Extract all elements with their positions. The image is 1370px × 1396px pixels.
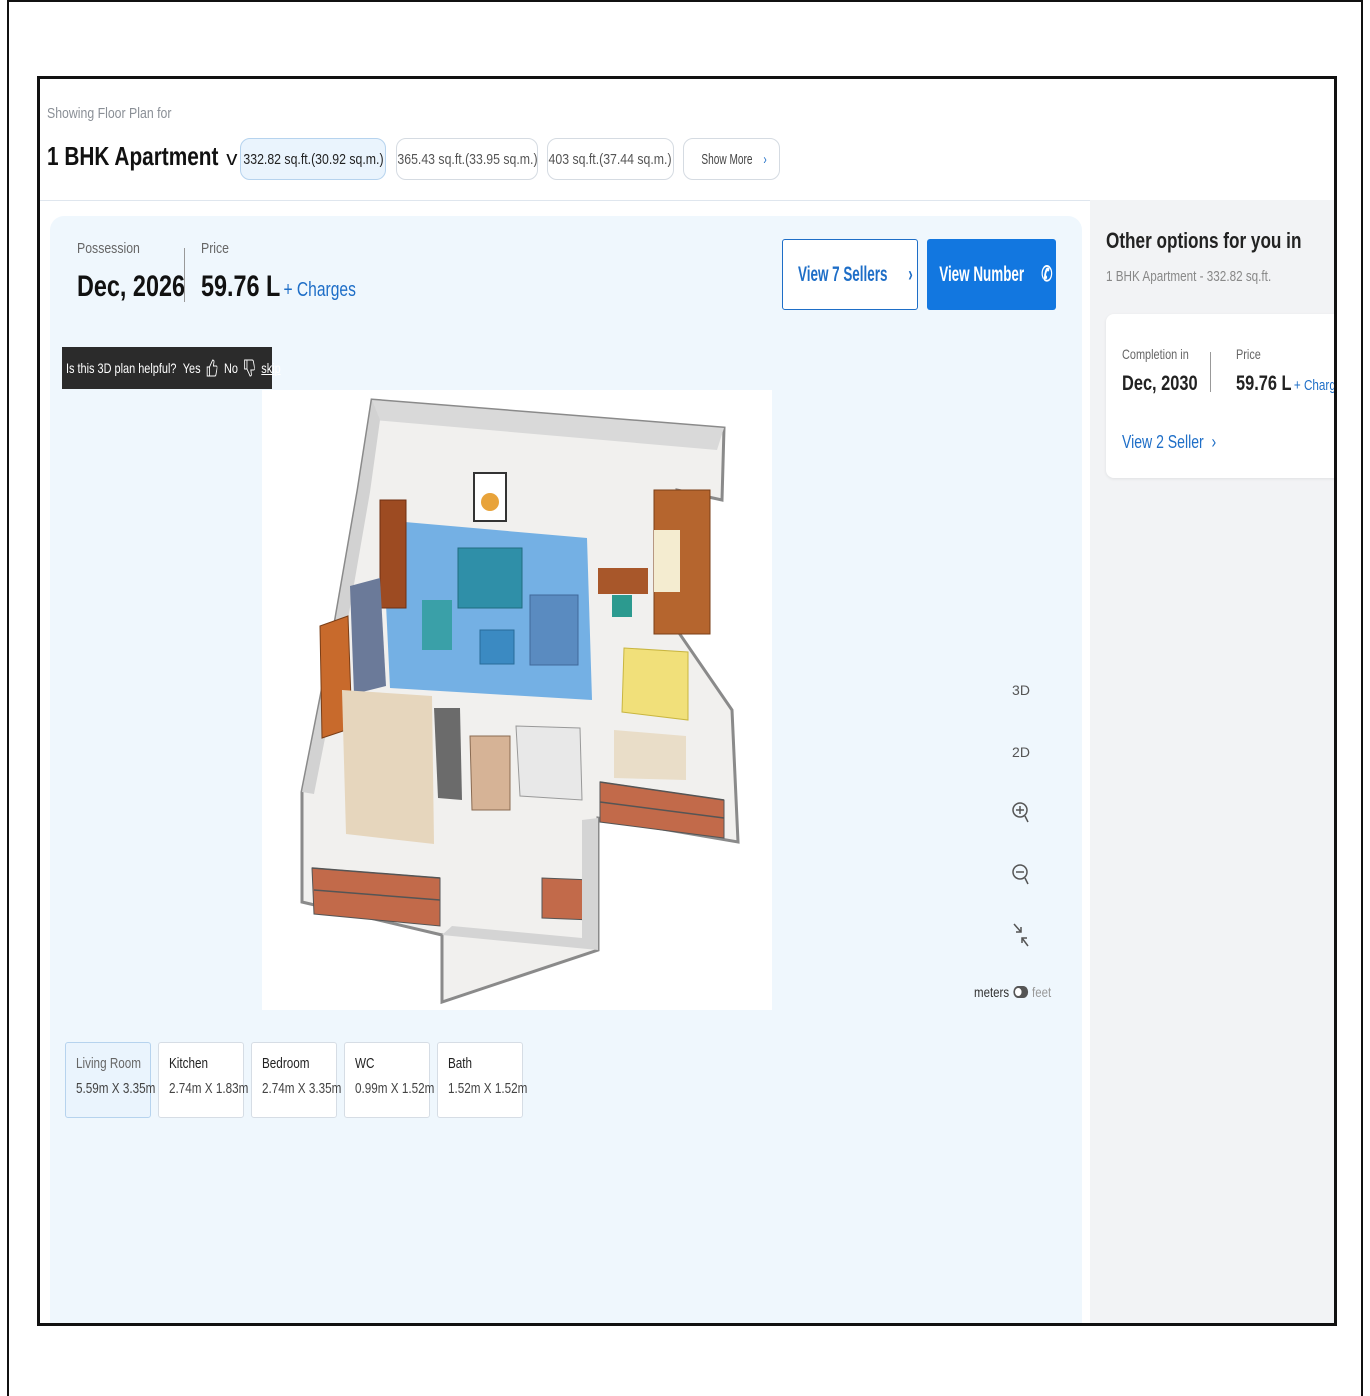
kitchen-floor — [342, 690, 434, 844]
show-more-label: Show More — [701, 150, 753, 168]
feedback-skip-link[interactable]: skip — [261, 360, 280, 376]
thumbs-down-icon[interactable] — [244, 359, 256, 377]
zoom-in-icon[interactable] — [1006, 800, 1036, 827]
card-price-block: 59.76 L+ Charges — [1236, 372, 1334, 396]
room-name: Living Room — [76, 1055, 142, 1072]
possession-value: Dec, 2026 — [77, 270, 185, 303]
feedback-bar: Is this 3D plan helpful? Yes No skip — [62, 347, 281, 389]
card-price-label: Price — [1236, 346, 1261, 362]
price-label: Price — [201, 240, 230, 257]
area-option-label: 365.43 sq.ft.(33.95 sq.m.) — [396, 150, 538, 168]
room-name: Bath — [448, 1055, 473, 1072]
dining-table — [529, 594, 579, 666]
room-dimensions: 2.74m X 1.83m — [169, 1080, 249, 1097]
bed — [621, 647, 689, 721]
area-option-label: 403 sq.ft.(37.44 sq.m.) — [548, 150, 673, 168]
view-sellers-label: View 7 Sellers — [797, 262, 888, 286]
room-tab-living-room[interactable]: Living Room 5.59m X 3.35m — [65, 1042, 156, 1118]
area-option-label: 332.82 sq.ft.(30.92 sq.m.) — [242, 150, 384, 168]
possession-label: Possession — [77, 240, 140, 257]
floor-plan-panel: Possession Dec, 2026 Price 59.76 L + Char… — [50, 216, 1082, 1323]
charges-link[interactable]: + Charges — [283, 279, 355, 301]
divider — [184, 248, 185, 302]
zoom-out-icon[interactable] — [1006, 862, 1036, 889]
chevron-down-icon: v — [226, 148, 238, 170]
bedroom-floor — [614, 730, 686, 780]
sofa — [457, 547, 523, 609]
room-tab-kitchen[interactable]: Kitchen 2.74m X 1.83m — [158, 1042, 249, 1118]
room-dimensions: 5.59m X 3.35m — [76, 1080, 156, 1097]
unit-toggle[interactable]: meters feet — [974, 984, 1051, 1000]
price-value: 59.76 L — [201, 270, 281, 303]
toggle-switch-icon[interactable] — [1013, 986, 1028, 998]
room-name: WC — [355, 1055, 375, 1072]
room-tab-bath[interactable]: Bath 1.52m X 1.52m — [437, 1042, 528, 1118]
unit-feet-label: feet — [1032, 984, 1052, 1000]
wc-floor — [469, 735, 511, 811]
floor-plan-widget: Showing Floor Plan for 1 BHK Apartment v … — [37, 76, 1337, 1326]
view-number-label: View Number — [939, 263, 1025, 286]
bath — [515, 725, 583, 801]
feedback-question: Is this 3D plan helpful? — [66, 360, 177, 376]
view-number-button[interactable]: View Number ✆ — [927, 239, 1056, 310]
show-more-button[interactable]: Show More › — [683, 138, 780, 180]
study-desk — [598, 568, 648, 594]
room-tab-bedroom[interactable]: Bedroom 2.74m X 3.35m — [251, 1042, 342, 1118]
kitchen-slab — [434, 708, 462, 800]
room-name: Kitchen — [169, 1055, 209, 1072]
thumbs-up-icon[interactable] — [207, 359, 218, 377]
floor-plan-illustration — [300, 398, 740, 1005]
chevron-right-icon: › — [763, 150, 767, 168]
floor-plan-3d-view[interactable] — [262, 390, 772, 1010]
area-option-3[interactable]: 403 sq.ft.(37.44 sq.m.) — [547, 138, 674, 180]
showing-label: Showing Floor Plan for — [47, 105, 172, 122]
room-dimensions: 2.74m X 3.35m — [262, 1080, 342, 1097]
other-options-sidebar: Other options for you in 1 BHK Apartment… — [1090, 200, 1334, 1323]
view-seller-link[interactable]: View 2 Seller › — [1122, 432, 1216, 453]
room-tab-wc[interactable]: WC 0.99m X 1.52m — [344, 1042, 435, 1118]
unit-type-label: 1 BHK Apartment — [47, 141, 219, 171]
option-card[interactable]: Completion in Dec, 2030 Price 59.76 L + C… — [1106, 314, 1334, 478]
view-3d-button[interactable]: 3D — [1006, 682, 1036, 698]
room-dimensions: 1.52m X 1.52m — [448, 1080, 528, 1097]
area-option-1[interactable]: 332.82 sq.ft.(30.92 sq.m.) — [240, 138, 386, 180]
room-dimensions: 0.99m X 1.52m — [355, 1080, 435, 1097]
coffee-table — [479, 629, 515, 665]
price-block: 59.76 L + Charges — [201, 270, 356, 304]
area-option-2[interactable]: 365.43 sq.ft.(33.95 sq.m.) — [396, 138, 538, 180]
unit-type-dropdown[interactable]: 1 BHK Apartment v — [47, 141, 238, 172]
view-seller-label: View 2 Seller — [1122, 432, 1204, 452]
chevron-right-icon: › — [908, 262, 913, 286]
sidebar-title: Other options for you in — [1106, 228, 1302, 253]
collapse-icon[interactable] — [1006, 922, 1036, 951]
completion-value: Dec, 2030 — [1122, 372, 1198, 395]
feedback-no[interactable]: No — [224, 360, 238, 376]
view-sellers-button[interactable]: View 7 Sellers › — [782, 239, 918, 310]
divider — [1210, 352, 1211, 392]
completion-label: Completion in — [1122, 346, 1189, 362]
feedback-yes[interactable]: Yes — [183, 360, 201, 376]
sidebar-subtitle: 1 BHK Apartment - 332.82 sq.ft. — [1106, 268, 1272, 285]
room-name: Bedroom — [262, 1055, 310, 1072]
floor-plan-header: Showing Floor Plan for 1 BHK Apartment v … — [40, 79, 1334, 201]
phone-icon: ✆ — [1041, 263, 1053, 286]
kitchen-counter — [350, 578, 386, 694]
armchair — [422, 600, 452, 650]
chevron-right-icon: › — [1211, 432, 1217, 452]
door — [379, 499, 407, 609]
card-charges-link[interactable]: + Charges — [1294, 377, 1334, 394]
card-price-value: 59.76 L — [1236, 372, 1292, 395]
view-2d-button[interactable]: 2D — [1006, 744, 1036, 760]
unit-meters-label: meters — [974, 984, 1010, 1000]
